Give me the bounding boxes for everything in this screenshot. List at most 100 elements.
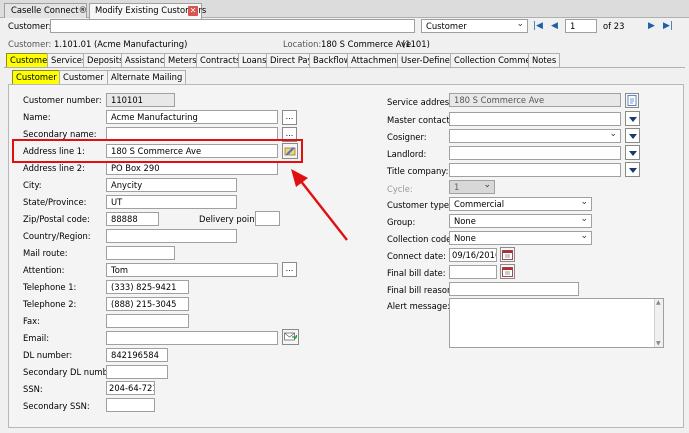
landlord-field[interactable] <box>449 146 621 160</box>
title-company-dropdown-button[interactable] <box>625 162 640 177</box>
master-contact-dropdown-button[interactable] <box>625 111 640 126</box>
label-landlord: Landlord: <box>387 149 427 159</box>
email-icon <box>284 332 297 341</box>
master-contact-field[interactable] <box>449 112 621 126</box>
label-cycle: Cycle: <box>387 184 413 194</box>
search-type-select[interactable]: Customer <box>421 18 528 33</box>
header-customer-name: (Acme Manufacturing) <box>94 39 188 49</box>
fax-field[interactable] <box>106 314 189 328</box>
close-icon[interactable]: ✕ <box>188 6 198 16</box>
ssn-field[interactable]: 204-64-7219 <box>106 381 155 395</box>
alert-message-textarea[interactable] <box>449 298 664 348</box>
dl-number-field[interactable]: 842196584 <box>106 348 168 362</box>
label-alert-message: Alert message: <box>387 301 451 311</box>
label-final-bill-date: Final bill date: <box>387 268 446 278</box>
prev-record-icon[interactable]: ◀ <box>551 21 558 31</box>
secondary-ssn-field[interactable] <box>106 398 155 412</box>
header-location-value: 180 S Commerce Ave <box>321 39 412 49</box>
collection-code-select[interactable]: None <box>449 230 592 245</box>
window-tab-caselle[interactable]: Caselle Connect® <box>4 3 87 18</box>
subtab-alternate-mailing[interactable]: Alternate Mailing <box>107 70 187 84</box>
label-dl-number: DL number: <box>23 350 73 360</box>
annotation-arrow <box>291 169 348 241</box>
record-number-input[interactable]: 1 <box>565 19 597 33</box>
header-customer-value: 1.101.01 <box>54 39 92 49</box>
label-connect-date: Connect date: <box>387 251 446 261</box>
service-address-document-button[interactable] <box>625 93 639 108</box>
attention-field[interactable]: Tom <box>106 263 278 277</box>
highlight-box <box>12 139 303 163</box>
state-field[interactable]: UT <box>106 195 237 209</box>
window-tab-modify-customers[interactable]: Modify Existing Customers ✕ <box>89 3 206 19</box>
label-delivery-point: Delivery point: <box>199 214 261 224</box>
country-field[interactable] <box>106 229 237 243</box>
name-ellipsis-button[interactable]: ... <box>282 110 297 125</box>
last-record-icon[interactable]: ▶| <box>663 21 673 31</box>
document-icon <box>627 95 637 106</box>
label-customer-number: Customer number: <box>23 95 102 105</box>
delivery-point-field[interactable] <box>255 211 280 226</box>
connect-date-calendar-button[interactable] <box>500 247 515 262</box>
label-attention: Attention: <box>23 265 65 275</box>
scroll-down-icon[interactable]: ▼ <box>656 340 661 347</box>
label-zip: Zip/Postal code: <box>23 214 90 224</box>
label-service-address: Service address: <box>387 97 457 107</box>
label-title-company: Title company: <box>387 166 449 176</box>
header-customer-label: Customer: <box>8 39 52 49</box>
group-select[interactable]: None <box>449 213 592 228</box>
header-location-label: Location: <box>283 39 322 49</box>
search-label: Customer: <box>8 21 52 31</box>
label-telephone-2: Telephone 2: <box>23 299 77 309</box>
attention-ellipsis-button[interactable]: ... <box>282 262 297 277</box>
label-master-contact: Master contact: <box>387 115 453 125</box>
alert-message-scrollbar[interactable]: ▲ ▼ <box>654 299 663 347</box>
customer-number-field: 110101 <box>106 93 175 107</box>
mail-route-field[interactable] <box>106 246 175 260</box>
zip-field[interactable]: 88888 <box>106 212 159 226</box>
label-city: City: <box>23 180 42 190</box>
customer-search-input[interactable] <box>50 19 415 33</box>
label-final-bill-reason: Final bill reason: <box>387 285 456 295</box>
label-secondary-dl-number: Secondary DL number: <box>23 367 120 377</box>
scroll-up-icon[interactable]: ▲ <box>656 299 661 306</box>
city-field[interactable]: Anycity <box>106 178 237 192</box>
next-record-icon[interactable]: ▶ <box>648 21 655 31</box>
final-bill-reason-field[interactable] <box>449 282 579 296</box>
address-line-2-field[interactable]: PO Box 290 <box>106 161 278 175</box>
tab-notes[interactable]: Notes <box>528 53 561 67</box>
telephone-1-field[interactable]: (333) 825-9421 <box>106 280 189 294</box>
cycle-select: 1 <box>449 179 495 194</box>
title-company-field[interactable] <box>449 163 621 177</box>
first-record-icon[interactable]: |◀ <box>533 21 543 31</box>
calendar-icon <box>502 250 513 260</box>
label-cosigner: Cosigner: <box>387 132 427 142</box>
label-country: Country/Region: <box>23 231 91 241</box>
final-bill-date-field[interactable] <box>449 265 497 279</box>
tab-underline <box>4 67 685 68</box>
service-address-field: 180 S Commerce Ave <box>449 93 621 107</box>
label-mail-route: Mail route: <box>23 248 68 258</box>
calendar-icon <box>502 267 513 277</box>
landlord-dropdown-button[interactable] <box>625 145 640 160</box>
header-location-code: (1101) <box>402 39 430 49</box>
final-bill-date-calendar-button[interactable] <box>500 264 515 279</box>
record-total: of 23 <box>603 21 625 31</box>
label-secondary-ssn: Secondary SSN: <box>23 401 90 411</box>
label-ssn: SSN: <box>23 384 43 394</box>
label-address-line-2: Address line 2: <box>23 163 85 173</box>
cosigner-select[interactable] <box>449 128 621 143</box>
email-button[interactable] <box>282 329 299 345</box>
label-name: Name: <box>23 112 51 122</box>
name-field[interactable]: Acme Manufacturing <box>106 110 278 124</box>
label-state: State/Province: <box>23 197 87 207</box>
email-field[interactable] <box>106 331 278 345</box>
customer-type-select[interactable]: Commercial <box>449 196 592 211</box>
label-group: Group: <box>387 217 416 227</box>
cosigner-dropdown-button[interactable] <box>625 128 640 143</box>
telephone-2-field[interactable]: (888) 215-3045 <box>106 297 189 311</box>
label-collection-code: Collection code: <box>387 234 455 244</box>
secondary-dl-number-field[interactable] <box>106 365 168 379</box>
window-tab-caselle-label: Caselle Connect® <box>11 5 87 15</box>
label-telephone-1: Telephone 1: <box>23 282 77 292</box>
connect-date-field[interactable]: 09/16/2016 <box>449 248 497 262</box>
